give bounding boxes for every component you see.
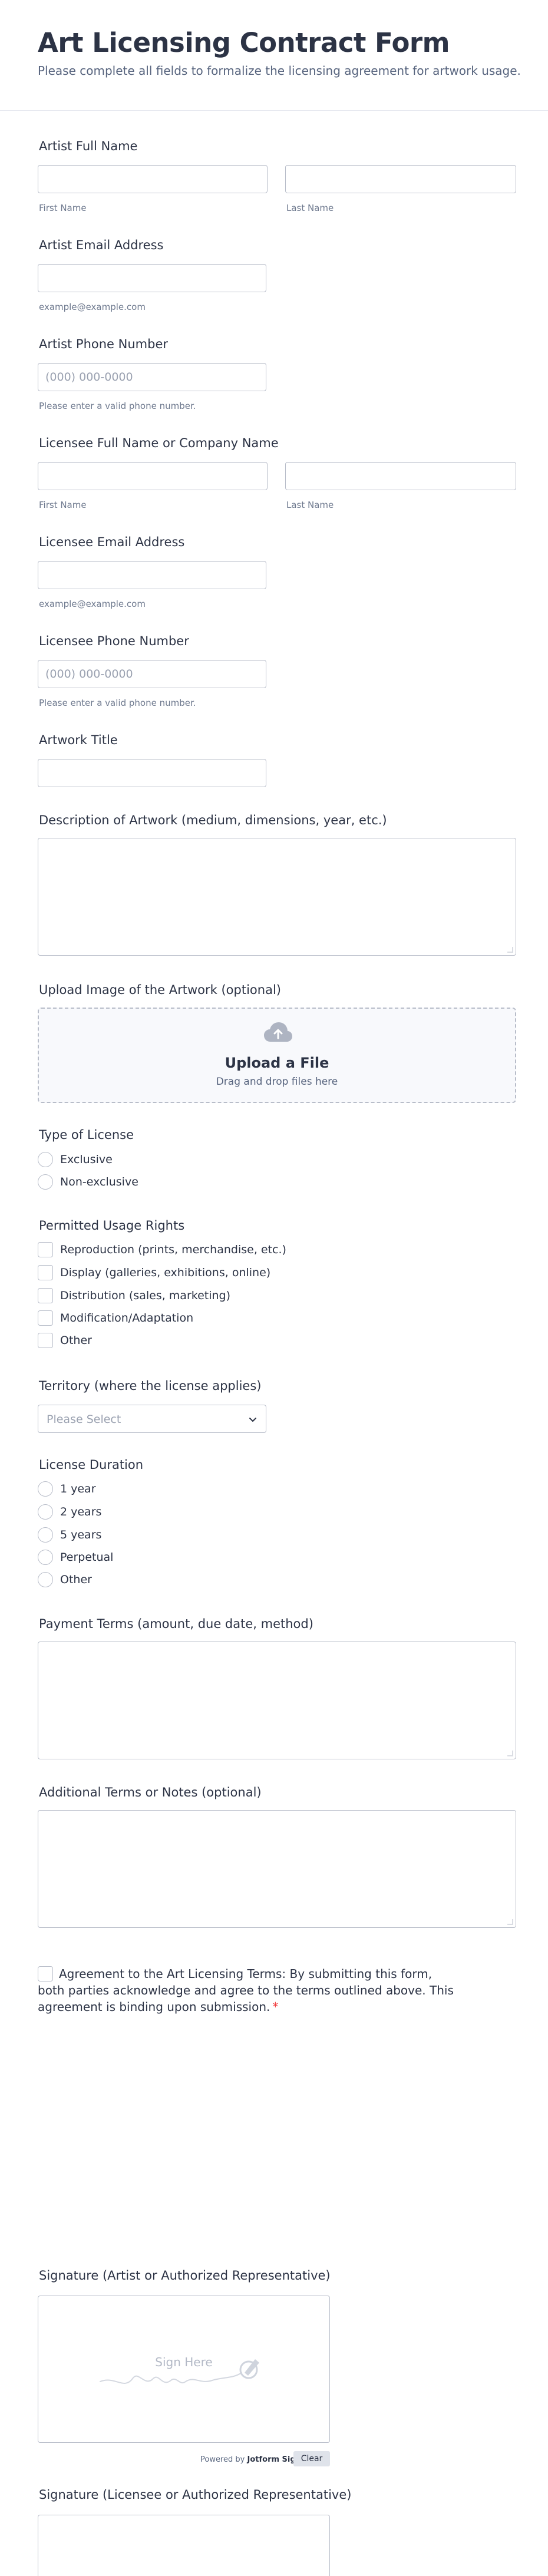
payment-textarea[interactable] xyxy=(38,1642,516,1759)
duration-label: License Duration xyxy=(39,1458,144,1472)
powered-by-label: Powered by Jotform Sign xyxy=(200,2455,301,2464)
agreement-field[interactable]: Agreement to the Art Licensing Terms: By… xyxy=(38,1966,462,2015)
agreement-checkbox[interactable] xyxy=(38,1966,53,1981)
option-label: Other xyxy=(60,1573,92,1586)
artist-last-name-input[interactable] xyxy=(285,165,516,193)
checkbox[interactable] xyxy=(38,1242,53,1257)
form-title: Art Licensing Contract Form xyxy=(38,27,450,58)
licensee-email-label: Licensee Email Address xyxy=(39,535,185,549)
required-mark: * xyxy=(272,2000,279,2014)
licensee-last-name-input[interactable] xyxy=(285,462,516,490)
duration-option[interactable]: 2 years xyxy=(38,1504,101,1520)
artist-first-name-sublabel: First Name xyxy=(39,203,87,213)
option-label: 5 years xyxy=(60,1528,102,1541)
artist-name-label: Artist Full Name xyxy=(39,139,138,153)
option-label: Non-exclusive xyxy=(60,1175,138,1188)
select-value: Please Select xyxy=(47,1413,121,1426)
radio-button[interactable] xyxy=(38,1572,53,1587)
radio-button[interactable] xyxy=(38,1504,53,1520)
artist-phone-label: Artist Phone Number xyxy=(39,337,169,351)
chevron-down-icon xyxy=(249,1418,256,1422)
option-label: 2 years xyxy=(60,1505,102,1518)
checkbox[interactable] xyxy=(38,1310,53,1326)
upload-label: Upload Image of the Artwork (optional) xyxy=(39,983,281,997)
option-label: Exclusive xyxy=(60,1153,113,1166)
usage-rights-label: Permitted Usage Rights xyxy=(39,1218,185,1233)
option-label: Reproduction (prints, merchandise, etc.) xyxy=(60,1243,286,1256)
usage-rights-option[interactable]: Reproduction (prints, merchandise, etc.) xyxy=(38,1242,286,1257)
usage-rights-option[interactable]: Modification/Adaptation xyxy=(38,1310,193,1326)
signature-pad-artist[interactable]: Sign Here xyxy=(38,2296,330,2443)
usage-rights-option[interactable]: Display (galleries, exhibitions, online) xyxy=(38,1265,270,1280)
artist-first-name-input[interactable] xyxy=(38,165,268,193)
artist-phone-sublabel: Please enter a valid phone number. xyxy=(39,401,196,411)
option-label: Distribution (sales, marketing) xyxy=(60,1289,231,1302)
duration-option[interactable]: 1 year xyxy=(38,1481,96,1497)
option-label: 1 year xyxy=(60,1482,96,1495)
licensee-phone-label: Licensee Phone Number xyxy=(39,634,189,648)
licensee-first-name-sublabel: First Name xyxy=(39,500,87,510)
duration-option[interactable]: Other xyxy=(38,1572,92,1587)
artist-email-input[interactable] xyxy=(38,264,266,292)
notes-textarea[interactable] xyxy=(38,1810,516,1928)
licensee-first-name-input[interactable] xyxy=(38,462,268,490)
resize-handle-icon[interactable] xyxy=(507,1751,513,1756)
resize-handle-icon[interactable] xyxy=(507,947,513,953)
description-textarea[interactable] xyxy=(38,838,516,956)
artwork-title-input[interactable] xyxy=(38,759,266,787)
powered-prefix: Powered by xyxy=(200,2455,245,2464)
payment-label: Payment Terms (amount, due date, method) xyxy=(39,1617,313,1631)
radio-button[interactable] xyxy=(38,1481,53,1497)
resize-handle-icon[interactable] xyxy=(507,1919,513,1925)
duration-option[interactable]: Perpetual xyxy=(38,1550,113,1565)
radio-button[interactable] xyxy=(38,1527,53,1543)
artist-last-name-sublabel: Last Name xyxy=(286,203,334,213)
license-type-option[interactable]: Exclusive xyxy=(38,1152,113,1167)
signature-pad-licensee[interactable] xyxy=(38,2515,330,2576)
checkbox[interactable] xyxy=(38,1333,53,1348)
license-type-option[interactable]: Non-exclusive xyxy=(38,1174,138,1190)
artwork-title-label: Artwork Title xyxy=(39,733,118,747)
radio-button[interactable] xyxy=(38,1550,53,1565)
option-label: Other xyxy=(60,1334,92,1347)
usage-rights-option[interactable]: Distribution (sales, marketing) xyxy=(38,1288,230,1303)
territory-label: Territory (where the license applies) xyxy=(39,1379,262,1393)
clear-signature-button[interactable]: Clear xyxy=(293,2451,330,2466)
description-label: Description of Artwork (medium, dimensio… xyxy=(39,813,387,827)
signature-placeholder: Sign Here xyxy=(155,2355,213,2369)
cloud-upload-icon xyxy=(264,1022,292,1042)
option-label: Perpetual xyxy=(60,1551,114,1564)
checkbox[interactable] xyxy=(38,1288,53,1303)
licensee-name-label: Licensee Full Name or Company Name xyxy=(39,436,279,450)
radio-button[interactable] xyxy=(38,1152,53,1167)
territory-select[interactable]: Please Select xyxy=(38,1405,266,1433)
agreement-text: Agreement to the Art Licensing Terms: By… xyxy=(38,1966,462,2015)
signature-artist-label: Signature (Artist or Authorized Represen… xyxy=(39,2268,331,2283)
signature-pen-icon xyxy=(100,2359,259,2385)
upload-subtitle: Drag and drop files here xyxy=(216,1076,338,1088)
artist-email-sublabel: example@example.com xyxy=(39,302,146,312)
licensee-email-input[interactable] xyxy=(38,561,266,589)
licensee-email-sublabel: example@example.com xyxy=(39,599,146,609)
licensee-last-name-sublabel: Last Name xyxy=(286,500,334,510)
signature-licensee-label: Signature (Licensee or Authorized Repres… xyxy=(39,2488,352,2502)
option-label: Display (galleries, exhibitions, online) xyxy=(60,1266,271,1279)
artist-phone-input[interactable] xyxy=(38,363,266,391)
agreement-label: Agreement to the Art Licensing Terms: By… xyxy=(38,1967,454,2014)
upload-title: Upload a File xyxy=(225,1055,329,1071)
notes-label: Additional Terms or Notes (optional) xyxy=(39,1785,262,1799)
artist-email-label: Artist Email Address xyxy=(39,238,164,252)
licensee-phone-input[interactable] xyxy=(38,660,266,688)
file-upload-dropzone[interactable]: Upload a File Drag and drop files here xyxy=(38,1008,516,1103)
usage-rights-option[interactable]: Other xyxy=(38,1333,92,1348)
radio-button[interactable] xyxy=(38,1174,53,1190)
form-subtitle: Please complete all fields to formalize … xyxy=(38,64,521,78)
option-label: Modification/Adaptation xyxy=(60,1312,194,1325)
checkbox[interactable] xyxy=(38,1265,53,1280)
license-type-label: Type of License xyxy=(39,1128,134,1142)
licensee-phone-sublabel: Please enter a valid phone number. xyxy=(39,698,196,708)
form-header: Art Licensing Contract Form Please compl… xyxy=(0,0,548,111)
duration-option[interactable]: 5 years xyxy=(38,1527,101,1543)
